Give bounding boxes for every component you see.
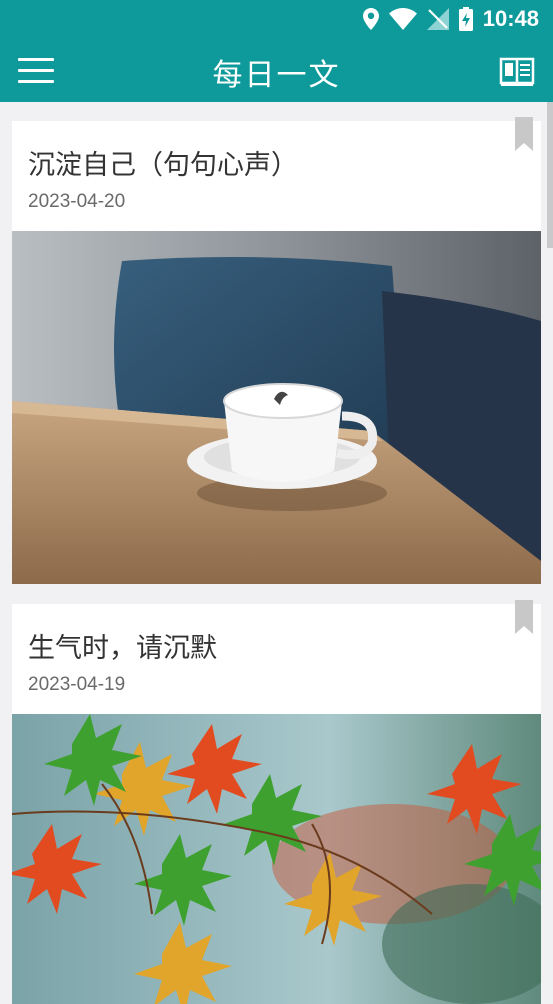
app-bar: 每日一文 [0, 38, 553, 102]
article-date: 2023-04-19 [28, 674, 126, 695]
article-title[interactable]: 沉淀自己（句句心声） [28, 143, 298, 182]
scrollbar-thumb[interactable] [547, 102, 553, 248]
book-icon[interactable] [499, 56, 535, 86]
no-sim-icon [426, 8, 449, 30]
article-image[interactable] [12, 231, 541, 584]
article-card[interactable]: 沉淀自己（句句心声） 2023-04-20 [12, 117, 541, 584]
status-bar: 10:48 [0, 0, 553, 38]
status-time: 10:48 [482, 6, 539, 31]
article-image[interactable] [12, 714, 541, 1004]
article-title[interactable]: 生气时，请沉默 [28, 626, 217, 665]
bookmark-icon[interactable] [515, 117, 533, 151]
article-card[interactable]: 生气时，请沉默 2023-04-19 [12, 600, 541, 1004]
location-icon [362, 8, 379, 30]
article-date: 2023-04-20 [28, 191, 126, 212]
status-icons: 10:48 [362, 6, 539, 32]
battery-charging-icon [458, 7, 473, 31]
page-title: 每日一文 [212, 58, 341, 93]
wifi-icon [388, 8, 417, 30]
bookmark-icon[interactable] [515, 600, 533, 634]
